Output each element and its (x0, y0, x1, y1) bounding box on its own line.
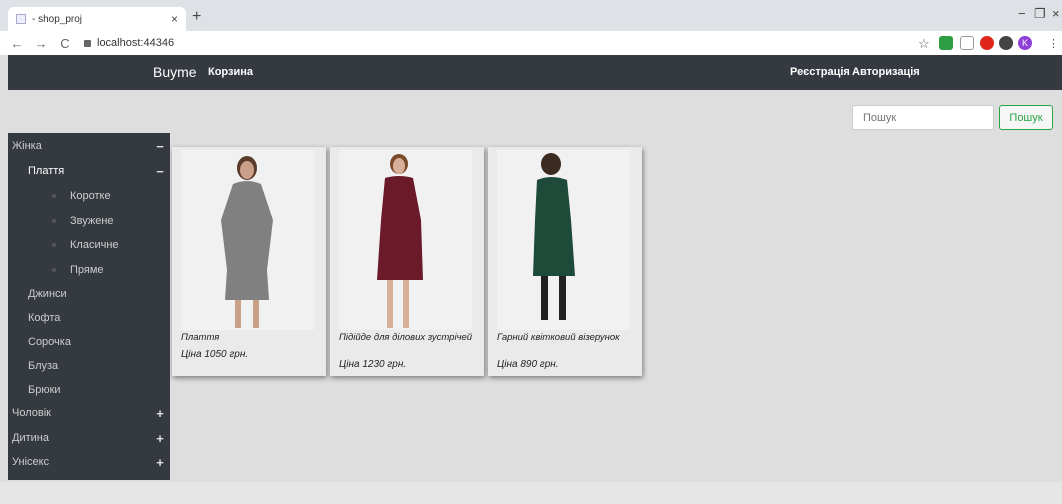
restore-icon[interactable]: ❐ (1034, 6, 1046, 22)
sidebar-item-sweater[interactable]: Кофта (8, 307, 170, 329)
product-card[interactable]: Гарний квітковий візерунок Ціна 890 грн. (488, 147, 642, 376)
expand-icon[interactable]: + (150, 431, 170, 446)
product-price: Ціна 890 грн. (497, 359, 559, 370)
collapse-icon[interactable]: − (150, 164, 170, 179)
forward-icon[interactable]: → (34, 36, 48, 51)
window-close-icon[interactable]: × (1052, 6, 1060, 21)
sidebar-item-jeans[interactable]: Джинси (8, 283, 170, 305)
bullet-icon (52, 243, 56, 247)
new-tab-icon[interactable]: + (192, 8, 201, 26)
product-name[interactable]: Плаття (181, 332, 321, 343)
extension-shield-icon[interactable] (960, 36, 974, 50)
sidebar-item-dress-straight[interactable]: Пряме (8, 259, 170, 281)
collapse-icon[interactable]: − (150, 139, 170, 154)
bullet-icon (52, 219, 56, 223)
extension-green-icon[interactable] (939, 36, 953, 50)
profile-avatar[interactable]: K (1018, 36, 1032, 50)
sidebar-item-dress-narrow[interactable]: Звужене (8, 210, 170, 232)
tab-close-icon[interactable]: × (171, 12, 178, 26)
sidebar-item-unisex[interactable]: Унісекс + (8, 451, 170, 473)
sidebar-item-kids[interactable]: Дитина + (8, 427, 170, 449)
url-text: localhost:44346 (97, 37, 175, 49)
category-sidebar: Жінка − Плаття − Коротке Звужене Класичн… (8, 133, 170, 480)
sidebar-item-dress-classic[interactable]: Класичне (8, 234, 170, 256)
product-card[interactable]: Плаття Ціна 1050 грн. (172, 147, 326, 376)
opera-icon[interactable] (980, 36, 994, 50)
reload-icon[interactable]: C (58, 36, 72, 51)
bookmark-star-icon[interactable]: ☆ (918, 36, 930, 52)
favicon-icon (16, 14, 26, 24)
product-image[interactable] (181, 150, 314, 330)
product-price: Ціна 1230 грн. (339, 359, 407, 370)
url-field[interactable]: localhost:44346 (84, 37, 174, 49)
sidebar-item-blouse[interactable]: Блуза (8, 355, 170, 377)
search-input[interactable] (852, 105, 994, 130)
product-image[interactable] (497, 150, 630, 330)
bullet-icon (52, 194, 56, 198)
tab-title: - shop_proj (32, 13, 83, 25)
sidebar-item-dress-short[interactable]: Коротке (8, 185, 170, 207)
brand-link[interactable]: Buyme (153, 64, 197, 80)
lock-icon (84, 39, 91, 47)
expand-icon[interactable]: + (150, 406, 170, 421)
product-image[interactable] (339, 150, 472, 330)
login-link[interactable]: Авторизація (852, 66, 920, 78)
browser-tab[interactable]: - shop_proj × (8, 7, 186, 31)
product-name[interactable]: Гарний квітковий візерунок (497, 332, 637, 343)
sidebar-item-dresses[interactable]: Плаття − (8, 160, 170, 182)
sidebar-item-trousers[interactable]: Брюки (8, 379, 170, 401)
back-icon[interactable]: ← (10, 36, 24, 51)
product-name[interactable]: Підійде для ділових зустрічей (339, 332, 479, 343)
cart-link[interactable]: Корзина (208, 66, 253, 78)
sidebar-item-women[interactable]: Жінка − (8, 135, 170, 157)
sidebar-item-shirt[interactable]: Сорочка (8, 331, 170, 353)
product-price: Ціна 1050 грн. (181, 349, 249, 360)
sidebar-item-men[interactable]: Чоловік + (8, 402, 170, 424)
address-bar: ← → C localhost:44346 (0, 31, 1062, 55)
browser-tab-bar: - shop_proj × + − ❐ × (0, 0, 1062, 31)
site-navbar: Buyme Корзина Реєстрація Авторизація (8, 55, 1062, 90)
expand-icon[interactable]: + (150, 455, 170, 470)
search-button[interactable]: Пошук (999, 105, 1053, 130)
bullet-icon (52, 268, 56, 272)
menu-dots-icon[interactable]: ⋮ (1048, 37, 1059, 50)
register-link[interactable]: Реєстрація (790, 66, 850, 78)
product-card[interactable]: Підійде для ділових зустрічей Ціна 1230 … (330, 147, 484, 376)
puzzle-icon[interactable] (999, 36, 1013, 50)
page-footer (0, 482, 1062, 504)
minimize-icon[interactable]: − (1018, 6, 1026, 21)
